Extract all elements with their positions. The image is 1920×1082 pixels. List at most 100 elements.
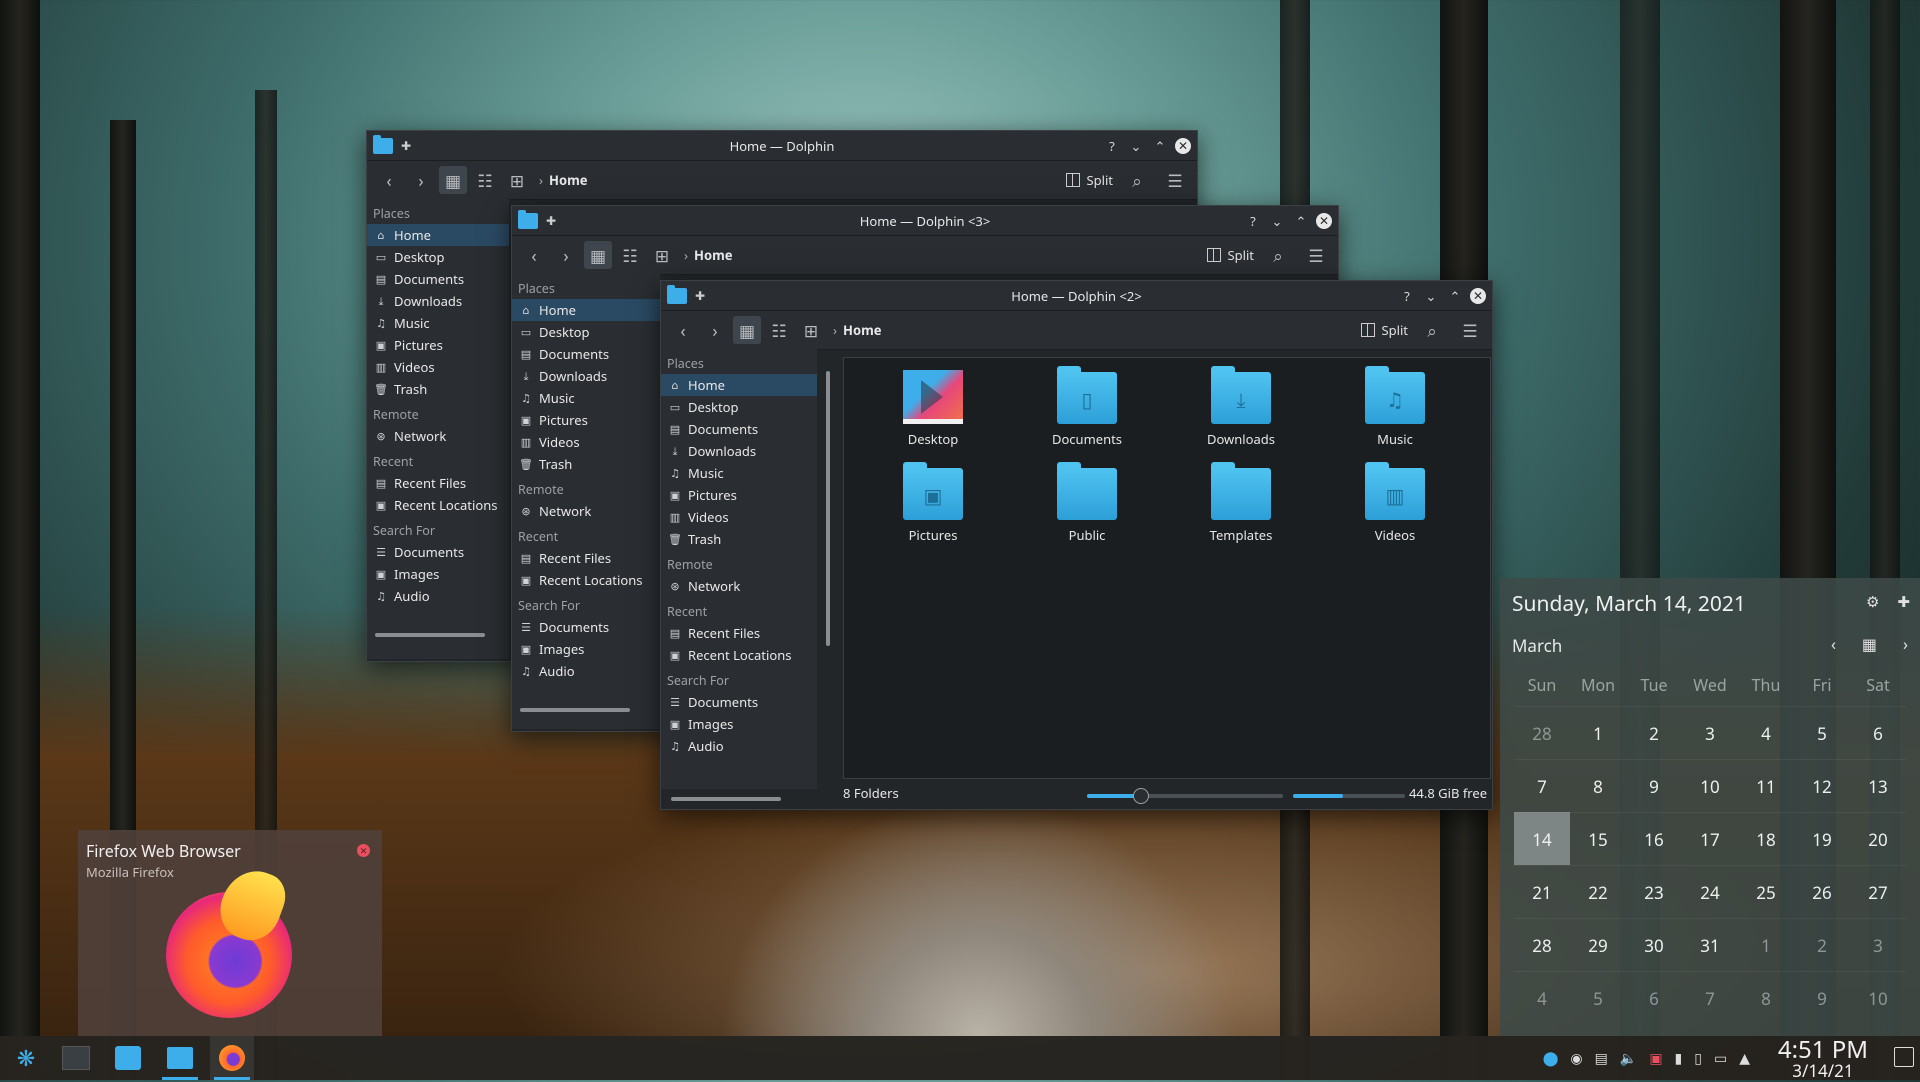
- calendar-day[interactable]: 10: [1682, 759, 1738, 812]
- forward-icon[interactable]: ›: [407, 166, 435, 194]
- tree-view-icon[interactable]: ⊞: [503, 166, 531, 194]
- network-disconnected-icon[interactable]: ▣: [1649, 1049, 1662, 1068]
- forward-icon[interactable]: ›: [552, 241, 580, 269]
- place-desktop[interactable]: ▭ Desktop: [512, 321, 660, 343]
- place-recent-files[interactable]: ▤ Recent Files: [367, 472, 509, 494]
- calendar-day[interactable]: 9: [1794, 971, 1850, 1024]
- file-documents[interactable]: ▯ Documents: [1032, 366, 1142, 448]
- calendar-day[interactable]: 16: [1626, 812, 1682, 865]
- places-scrollbar[interactable]: [520, 708, 630, 712]
- help-icon[interactable]: ?: [1398, 287, 1416, 305]
- task-dolphin[interactable]: [158, 1036, 202, 1080]
- calendar-pin-icon[interactable]: ✚: [1897, 592, 1910, 612]
- close-button[interactable]: ✕: [1316, 212, 1332, 229]
- breadcrumb[interactable]: › Home: [833, 321, 882, 339]
- search-documents[interactable]: ☰ Documents: [512, 616, 660, 638]
- calendar-day[interactable]: 31: [1682, 918, 1738, 971]
- place-home[interactable]: ⌂ Home: [367, 224, 509, 246]
- calendar-day[interactable]: 6: [1850, 706, 1906, 759]
- titlebar[interactable]: ✚ Home — Dolphin <2> ? ⌄ ⌃ ✕: [661, 281, 1492, 311]
- notification-popup[interactable]: Firefox Web Browser Mozilla Firefox ✕: [78, 830, 382, 1036]
- calendar-day[interactable]: 8: [1738, 971, 1794, 1024]
- place-trash[interactable]: 🗑 Trash: [512, 453, 660, 475]
- place-downloads[interactable]: ⤓ Downloads: [367, 290, 509, 312]
- place-music[interactable]: ♫ Music: [661, 462, 817, 484]
- calendar-day[interactable]: 4: [1514, 971, 1570, 1024]
- today-calendar-icon[interactable]: ▦: [1862, 633, 1877, 655]
- clipboard-icon[interactable]: ▤: [1595, 1049, 1608, 1068]
- file-view[interactable]: Desktop ▯ Documents ⤓ Downloads ♫ Music ▣ Pi…: [843, 357, 1491, 779]
- places-vertical-scrollbar[interactable]: [826, 371, 830, 646]
- calendar-day[interactable]: 4: [1738, 706, 1794, 759]
- back-icon[interactable]: ‹: [520, 241, 548, 269]
- place-network[interactable]: ⊛ Network: [512, 500, 660, 522]
- search-images[interactable]: ▣ Images: [661, 713, 817, 735]
- calendar-day[interactable]: 26: [1794, 865, 1850, 918]
- calendar-day[interactable]: 28: [1514, 706, 1570, 759]
- calendar-day[interactable]: 28: [1514, 918, 1570, 971]
- split-button[interactable]: Split: [1361, 321, 1408, 339]
- place-pictures[interactable]: ▣ Pictures: [512, 409, 660, 431]
- application-launcher[interactable]: ❋: [4, 1036, 48, 1080]
- close-button[interactable]: ✕: [1470, 287, 1486, 304]
- calendar-day[interactable]: 1: [1570, 706, 1626, 759]
- details-view-icon[interactable]: ☷: [765, 316, 793, 344]
- place-recent-files[interactable]: ▤ Recent Files: [661, 622, 817, 644]
- file-downloads[interactable]: ⤓ Downloads: [1186, 366, 1296, 448]
- calendar-day[interactable]: 22: [1570, 865, 1626, 918]
- calendar-day[interactable]: 20: [1850, 812, 1906, 865]
- place-trash[interactable]: 🗑 Trash: [661, 528, 817, 550]
- details-view-icon[interactable]: ☷: [616, 241, 644, 269]
- tree-view-icon[interactable]: ⊞: [797, 316, 825, 344]
- usb-device-icon[interactable]: ▯: [1694, 1049, 1702, 1068]
- calendar-day[interactable]: 15: [1570, 812, 1626, 865]
- pin-icon[interactable]: ✚: [546, 212, 556, 229]
- place-home[interactable]: ⌂ Home: [512, 299, 660, 321]
- search-images[interactable]: ▣ Images: [512, 638, 660, 660]
- calendar-day[interactable]: 13: [1850, 759, 1906, 812]
- zoom-slider-handle[interactable]: [1133, 788, 1149, 804]
- search-icon[interactable]: ⌕: [1123, 166, 1151, 194]
- place-documents[interactable]: ▤ Documents: [661, 418, 817, 440]
- titlebar[interactable]: ✚ Home — Dolphin <3> ? ⌄ ⌃ ✕: [512, 206, 1338, 236]
- close-button[interactable]: ✕: [1175, 137, 1191, 154]
- next-month-icon[interactable]: ›: [1903, 633, 1908, 655]
- minimize-button[interactable]: ⌄: [1268, 212, 1286, 230]
- menu-icon[interactable]: ☰: [1302, 241, 1330, 269]
- place-recent-files[interactable]: ▤ Recent Files: [512, 547, 660, 569]
- display-icon[interactable]: ▭: [1714, 1049, 1727, 1068]
- calendar-day[interactable]: 2: [1794, 918, 1850, 971]
- split-button[interactable]: Split: [1066, 171, 1113, 189]
- place-videos[interactable]: ▥ Videos: [367, 356, 509, 378]
- pager[interactable]: [54, 1036, 98, 1080]
- place-documents[interactable]: ▤ Documents: [367, 268, 509, 290]
- dolphin-app-icon[interactable]: [667, 284, 687, 304]
- place-recent-locations[interactable]: ▣ Recent Locations: [661, 644, 817, 666]
- battery-icon[interactable]: ▮: [1675, 1049, 1683, 1068]
- calendar-day[interactable]: 27: [1850, 865, 1906, 918]
- pin-icon[interactable]: ✚: [695, 287, 705, 304]
- place-desktop[interactable]: ▭ Desktop: [661, 396, 817, 418]
- maximize-button[interactable]: ⌃: [1446, 287, 1464, 305]
- menu-icon[interactable]: ☰: [1456, 316, 1484, 344]
- search-audio[interactable]: ♫ Audio: [367, 585, 509, 607]
- calendar-day[interactable]: 3: [1682, 706, 1738, 759]
- place-music[interactable]: ♫ Music: [367, 312, 509, 334]
- icons-view-icon[interactable]: ▦: [584, 241, 612, 269]
- calendar-day[interactable]: 17: [1682, 812, 1738, 865]
- back-icon[interactable]: ‹: [669, 316, 697, 344]
- place-pictures[interactable]: ▣ Pictures: [661, 484, 817, 506]
- help-icon[interactable]: ?: [1103, 137, 1121, 155]
- place-music[interactable]: ♫ Music: [512, 387, 660, 409]
- place-videos[interactable]: ▥ Videos: [661, 506, 817, 528]
- vault-icon[interactable]: ◉: [1570, 1049, 1582, 1068]
- calendar-day[interactable]: 24: [1682, 865, 1738, 918]
- titlebar[interactable]: ✚ Home — Dolphin ? ⌄ ⌃ ✕: [367, 131, 1197, 161]
- tray-expand-icon[interactable]: ▲: [1739, 1049, 1750, 1068]
- maximize-button[interactable]: ⌃: [1151, 137, 1169, 155]
- file-templates[interactable]: Templates: [1186, 462, 1296, 544]
- place-recent-locations[interactable]: ▣ Recent Locations: [367, 494, 509, 516]
- file-pictures[interactable]: ▣ Pictures: [878, 462, 988, 544]
- search-documents[interactable]: ☰ Documents: [661, 691, 817, 713]
- place-downloads[interactable]: ⤓ Downloads: [661, 440, 817, 462]
